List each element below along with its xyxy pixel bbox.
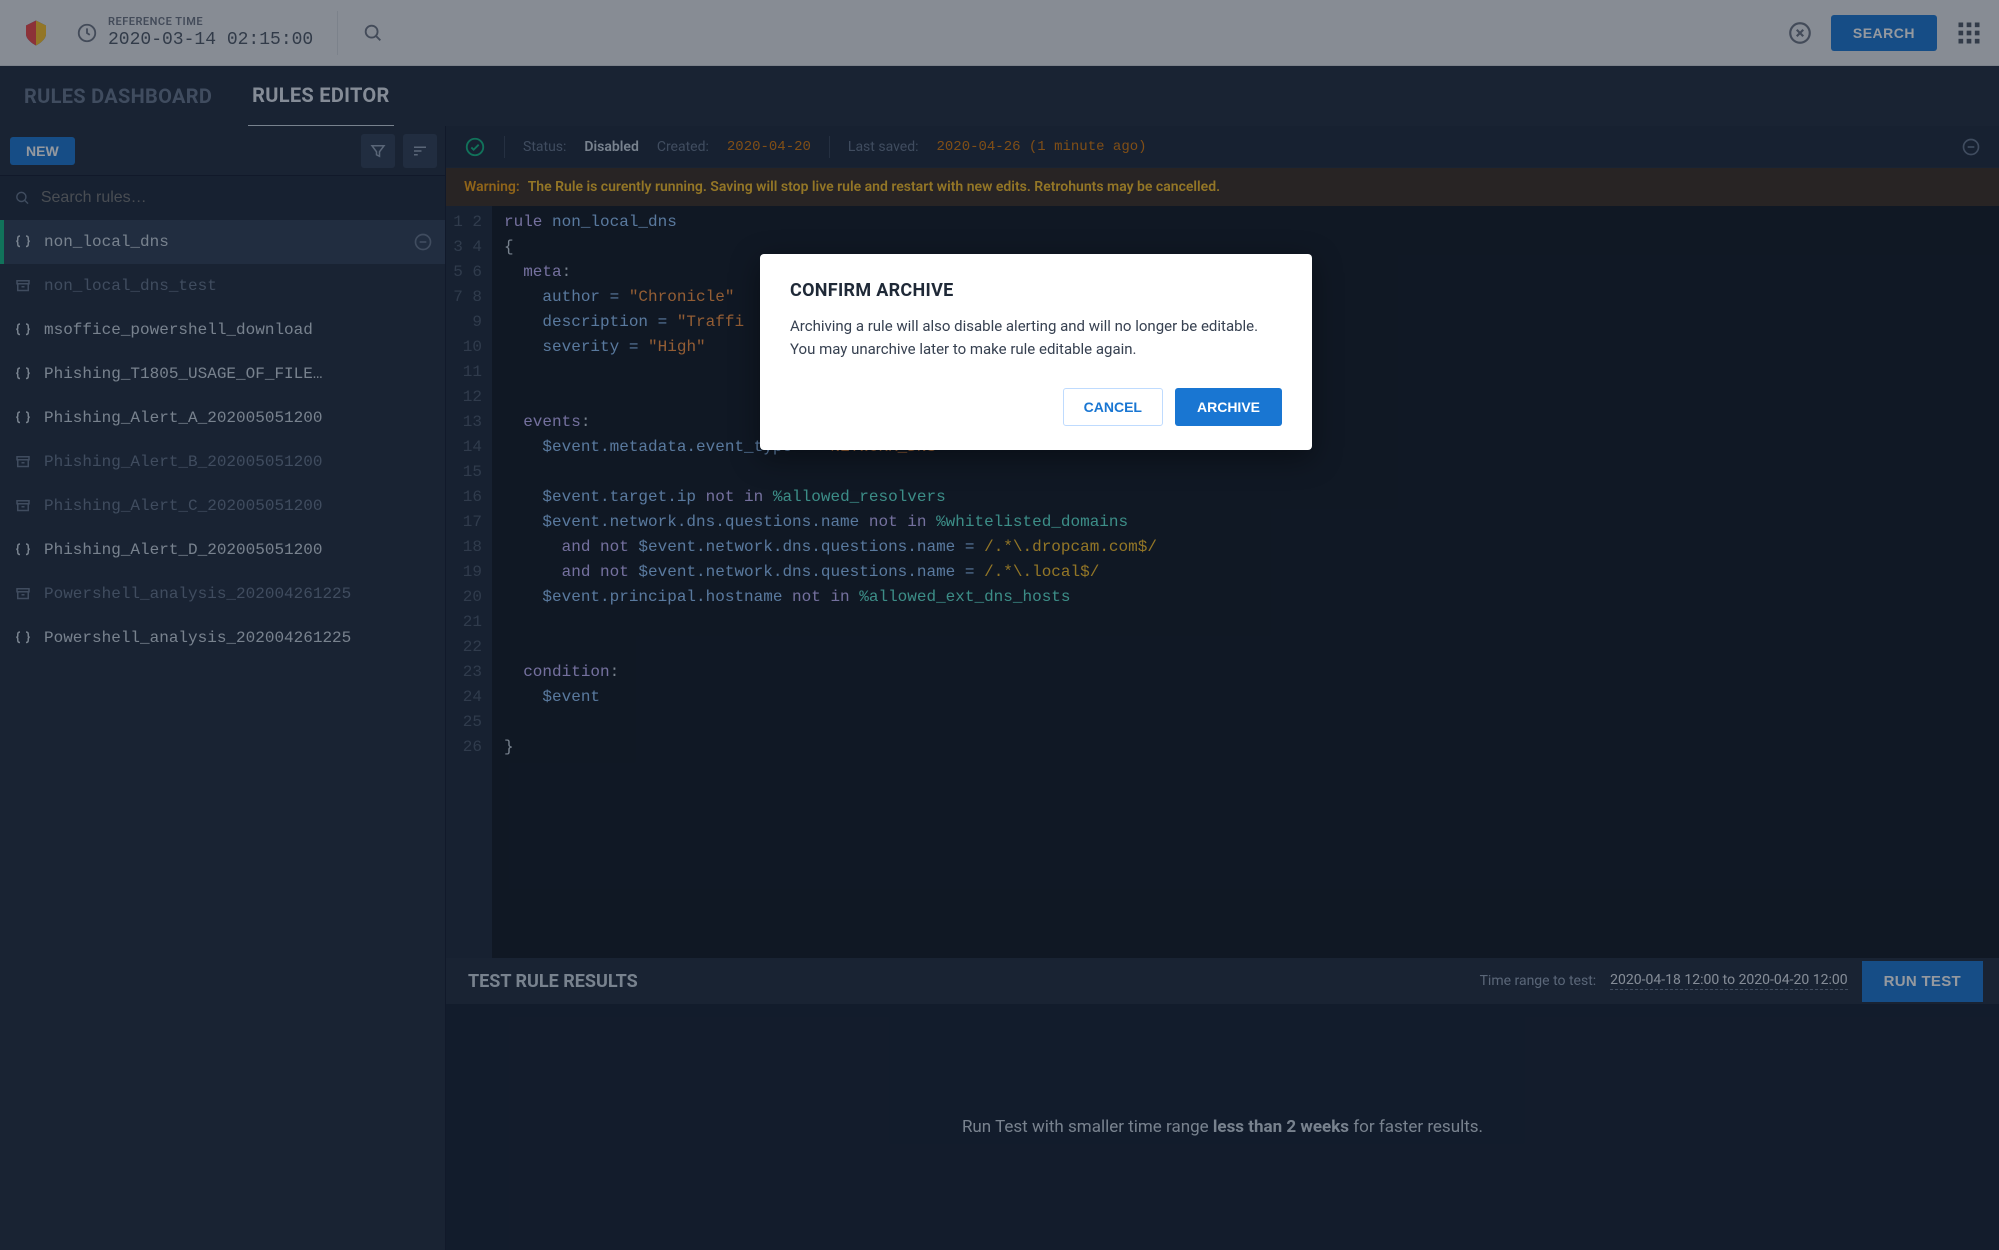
cancel-button[interactable]: CANCEL [1063, 388, 1163, 426]
modal-body: Archiving a rule will also disable alert… [790, 315, 1282, 360]
modal-title: CONFIRM ARCHIVE [790, 280, 1282, 301]
modal-overlay[interactable] [0, 0, 1999, 1250]
confirm-archive-modal: CONFIRM ARCHIVE Archiving a rule will al… [760, 254, 1312, 450]
modal-actions: CANCEL ARCHIVE [790, 388, 1282, 426]
archive-button[interactable]: ARCHIVE [1175, 388, 1282, 426]
